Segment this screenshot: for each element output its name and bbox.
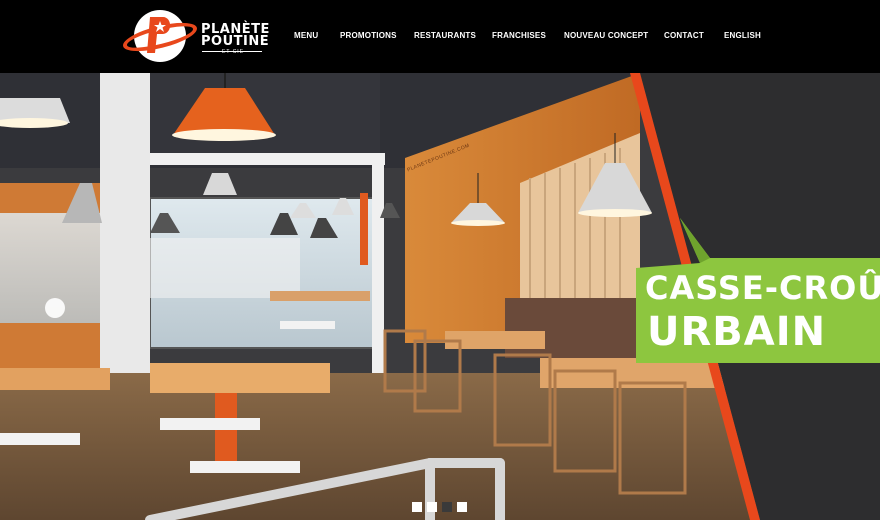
slider-dot-3-active[interactable] [442,502,452,512]
brand-logo[interactable]: PLANÈTE POUTINE ET CIE [120,9,270,63]
nav-menu[interactable]: MENU [294,31,318,40]
banner-line1: CASSE-CROÛ [645,269,880,307]
logo-p-icon [147,17,171,53]
brand-name-line2: POUTINE [201,34,270,49]
slider-dot-1[interactable] [412,502,422,512]
slider-dot-2[interactable] [427,502,437,512]
nav-restaurants[interactable]: RESTAURANTS [414,31,476,40]
brand-sub: ET CIE [222,49,245,55]
nav-nouveau-concept[interactable]: NOUVEAU CONCEPT [564,31,648,40]
nav-franchises[interactable]: FRANCHISES [492,31,546,40]
nav-promotions[interactable]: PROMOTIONS [340,31,397,40]
slider-dot-4[interactable] [457,502,467,512]
banner-line2: URBAIN [647,309,827,355]
hero-slider[interactable]: PLANETEPOUTINE.COM CASSE-CROÛ URBAIN [0,73,880,520]
page: PLANÈTE POUTINE ET CIE MENU PROMOTIONS R… [0,0,880,520]
nav-english[interactable]: ENGLISH [724,31,761,40]
site-header: PLANÈTE POUTINE ET CIE MENU PROMOTIONS R… [0,0,880,73]
nav-contact[interactable]: CONTACT [664,31,704,40]
